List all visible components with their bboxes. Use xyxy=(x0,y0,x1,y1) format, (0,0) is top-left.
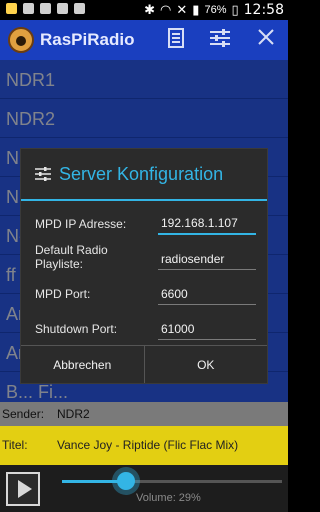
mail-icon xyxy=(74,3,85,14)
sender-label: Sender: xyxy=(2,407,45,421)
mpd-port-row: MPD Port: xyxy=(21,277,267,312)
sender-value: NDR2 xyxy=(57,407,90,421)
ip-row: MPD IP Adresse: xyxy=(21,207,267,242)
app-bar: RasPiRadio xyxy=(0,20,288,60)
battery-icon: ▯ xyxy=(231,2,239,17)
playlist-row: Default Radio Playliste: xyxy=(21,242,267,277)
battery-percent: 76% xyxy=(204,4,227,16)
clock: 12:58 xyxy=(243,2,284,18)
title-value: Vance Joy - Riptide (Flic Flac Mix) xyxy=(57,438,239,452)
mpd-port-input[interactable] xyxy=(158,283,256,305)
shutdown-port-row: Shutdown Port: xyxy=(21,312,267,347)
warning-icon xyxy=(6,3,17,14)
playlist-icon[interactable] xyxy=(164,28,188,52)
volume-label: Volume: 29% xyxy=(136,492,201,504)
signal-icon: ▮ xyxy=(192,2,200,17)
cancel-button[interactable]: Abbrechen xyxy=(21,346,144,383)
server-config-dialog: Server Konfiguration MPD IP Adresse: Def… xyxy=(20,148,268,384)
playlist-label: Default Radio Playliste: xyxy=(35,243,108,271)
shutdown-port-input[interactable] xyxy=(158,318,256,340)
notification-icons xyxy=(6,3,85,14)
wifi-icon: ◠ xyxy=(160,2,172,17)
status-bar: ✱ ◠ ✕ ▮ 76% ▯ 12:58 xyxy=(0,0,288,20)
volume-thumb[interactable] xyxy=(116,472,135,490)
bag-icon xyxy=(57,3,68,14)
app-logo-icon xyxy=(8,27,34,53)
play-button[interactable] xyxy=(6,472,40,506)
shutdown-port-label: Shutdown Port: xyxy=(35,322,118,336)
photo-icon xyxy=(40,3,51,14)
settings-sliders-icon xyxy=(35,167,51,181)
player-bar: Volume: 29% xyxy=(0,465,288,512)
sender-bar: Sender: NDR2 xyxy=(0,402,288,426)
playlist-input[interactable] xyxy=(158,248,256,270)
mpd-port-label: MPD Port: xyxy=(35,287,91,301)
bluetooth-icon: ✱ xyxy=(144,2,156,17)
dialog-header: Server Konfiguration xyxy=(21,149,267,201)
dialog-buttons: Abbrechen OK xyxy=(21,345,267,383)
title-label: Titel: xyxy=(2,438,28,452)
ip-input[interactable] xyxy=(158,213,256,235)
ip-label: MPD IP Adresse: xyxy=(35,217,127,231)
ok-button[interactable]: OK xyxy=(143,346,268,383)
mute-icon: ✕ xyxy=(176,2,188,17)
inbox-icon xyxy=(23,3,34,14)
title-bar: Titel: Vance Joy - Riptide (Flic Flac Mi… xyxy=(0,426,288,465)
settings-sliders-icon[interactable] xyxy=(208,28,232,52)
close-icon[interactable] xyxy=(254,28,278,52)
volume-slider[interactable] xyxy=(62,472,282,490)
app-title: RasPiRadio xyxy=(40,30,135,49)
dialog-title: Server Konfiguration xyxy=(59,164,224,184)
